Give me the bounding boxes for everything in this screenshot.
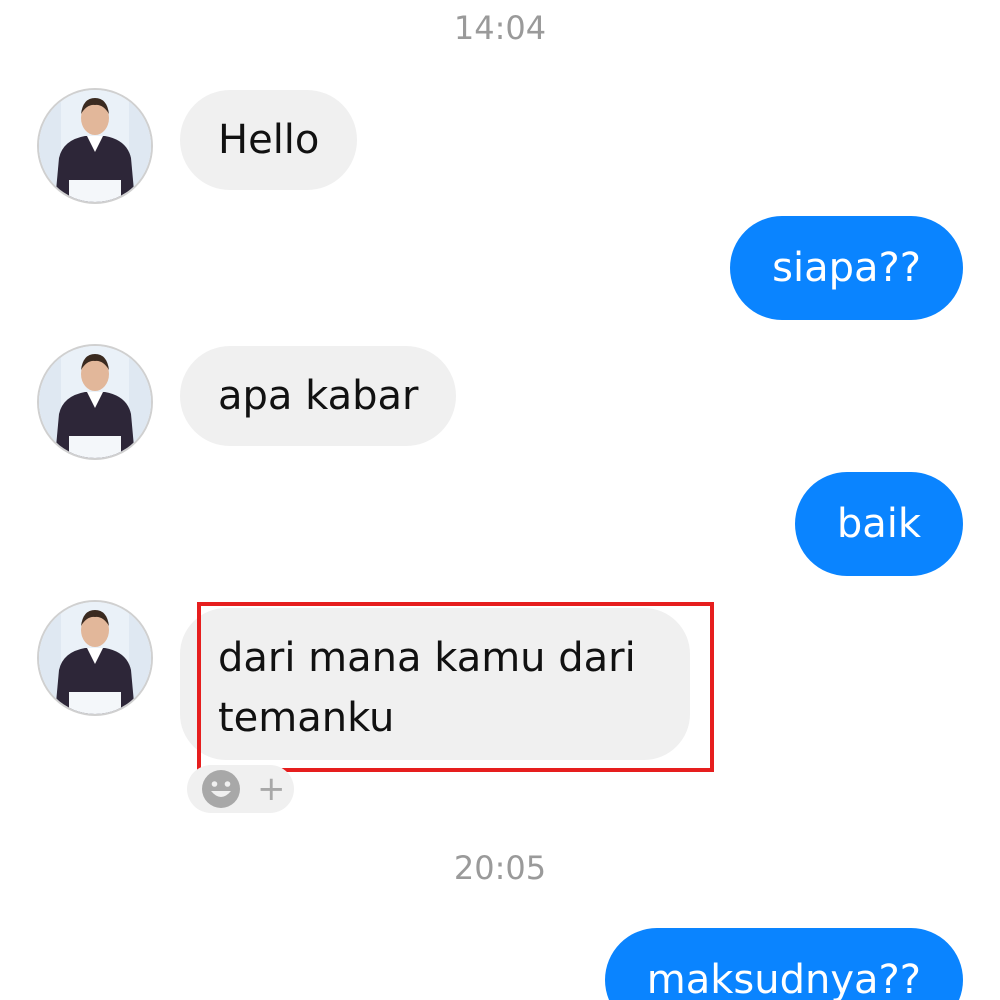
timestamp: 20:05 — [453, 849, 547, 887]
outgoing-message[interactable]: baik — [794, 472, 963, 576]
chat-thread: 14:04 Hello siapa?? apa kabar baik dari … — [0, 0, 1000, 1000]
outgoing-message[interactable]: maksudnya?? — [604, 928, 963, 1000]
highlight-box — [197, 602, 714, 772]
add-reaction-icon[interactable]: + — [257, 765, 286, 813]
incoming-message[interactable]: Hello — [180, 90, 358, 190]
contact-avatar[interactable] — [37, 344, 153, 460]
timestamp: 14:04 — [453, 9, 547, 47]
incoming-message[interactable]: apa kabar — [180, 346, 457, 446]
reaction-bar[interactable]: + — [187, 765, 294, 813]
contact-avatar[interactable] — [37, 600, 153, 716]
contact-avatar[interactable] — [37, 88, 153, 204]
smiley-face-icon[interactable] — [201, 769, 241, 809]
outgoing-message[interactable]: siapa?? — [730, 216, 963, 320]
